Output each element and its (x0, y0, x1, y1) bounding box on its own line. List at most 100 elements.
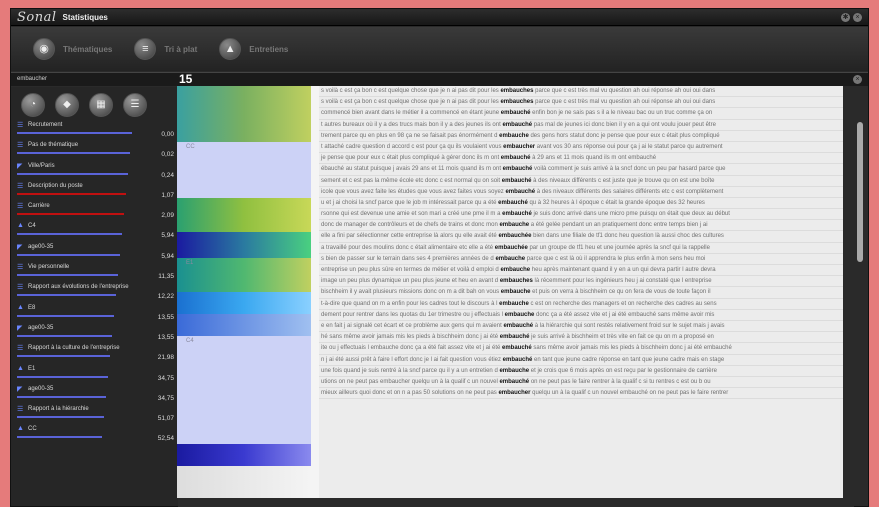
sidebar-item[interactable]: ☰ Vie personnelle 11,35 (17, 263, 174, 283)
theme-icon: ☰ (17, 284, 24, 292)
right-context: c est on recherche des managers et on re… (528, 300, 717, 307)
sidebar-item-label: C4 (28, 223, 36, 230)
concordance-line[interactable]: ite ou j effectuais l embauche donc ça a… (319, 343, 843, 355)
sidebar-item-label: age00-35 (28, 243, 54, 250)
right-context: enfin bon je ne sais pas s il a le nivea… (530, 110, 713, 117)
right-context: on ne peut pas le faire rentrer à la qua… (529, 378, 711, 385)
concordance-line[interactable]: commencé bien avant dans le métier il a … (319, 108, 843, 120)
concordance-line[interactable]: s voilà c est ça bon c est quelque chose… (319, 97, 843, 109)
concordance-line[interactable]: s bien de passer sur le terrain dans ses… (319, 254, 843, 265)
sidebar-item[interactable]: ☰ Description du poste 1,07 (17, 182, 174, 202)
concordance-line[interactable]: u et j ai choisi la sncf parce que le jo… (319, 198, 843, 210)
concordance-line[interactable]: e en fait j ai signalé cet écart et ce p… (319, 321, 843, 333)
sidebar-item[interactable]: ☰ Carrière 2,09 (17, 202, 174, 222)
concordance-line[interactable]: utions on ne peut pas embaucher quelqu u… (319, 377, 843, 389)
sidebar-item[interactable]: ☰ Rapport à la culture de l'entreprise 21,… (17, 344, 174, 364)
tag-icon[interactable]: ◆ (55, 93, 79, 117)
sidebar-item[interactable]: ◤ age00-35 5,94 (17, 243, 174, 263)
concordance-line[interactable]: s voilà c est ça bon c est quelque chose… (319, 86, 843, 98)
sidebar-item-value: 52,54 (157, 435, 174, 443)
concordance-line[interactable]: ébauché au statut puisque j avais 29 ans… (319, 164, 843, 176)
concordance-line[interactable]: une fois quand je suis rentré à la sncf … (319, 366, 843, 377)
left-context: mieux ailleurs quoi donc et on n a pas 5… (321, 390, 499, 397)
sidebar-item-value: 0,02 (161, 151, 174, 159)
color-block (177, 444, 311, 466)
concordance-line[interactable]: rsonne qui est devenue une amie et son m… (319, 209, 843, 221)
right-context: par un groupe de tf1 heu et une journée … (527, 244, 710, 251)
chart-icon[interactable]: ◔ (21, 93, 45, 117)
scrollbar-thumb[interactable] (857, 122, 863, 262)
close-window-icon[interactable]: × (853, 13, 862, 22)
settings-icon[interactable]: ✱ (841, 13, 850, 22)
keyword: embauché (502, 166, 533, 173)
concordance-line[interactable]: trement parce qu en plus en 98 ça ne se … (319, 131, 843, 142)
concordance-line[interactable]: mieux ailleurs quoi donc et on n a pas 5… (319, 388, 843, 400)
window-title: Statistiques (62, 12, 108, 22)
concordance-line[interactable]: donc de manager de contrôleurs et de che… (319, 220, 843, 232)
concordance-line[interactable]: bischheim il y avait plusieurs missions … (319, 287, 843, 299)
right-context: bien dans une filiale de tf1 donc heu qu… (531, 233, 724, 240)
color-block (177, 336, 311, 444)
sidebar-item-value: 13,55 (157, 333, 174, 341)
concordance-line[interactable]: entreprise un peu plus sûre en termes de… (319, 265, 843, 277)
left-context: bischheim il y avait plusieurs missions … (321, 289, 501, 296)
sidebar-item[interactable]: ☰ Recrutement 0,00 (17, 121, 174, 141)
left-context: une fois quand je suis rentré à la sncf … (321, 367, 500, 374)
concordance-line[interactable]: t autres bureaux où il y a des trucs mai… (319, 120, 843, 131)
right-context: sans même avoir jamais mis les pieds à b… (531, 345, 732, 352)
concordance-line[interactable]: hé sans même avoir jamais mis les pieds … (319, 332, 843, 344)
sidebar-item-bar (17, 233, 122, 236)
right-context: donc ça a été assez vite et j ai été emb… (534, 311, 715, 318)
variable-icon: ◤ (17, 243, 23, 251)
sidebar: ◔ ◆ ▦ ☰ ☰ Recrutement 0,00 ☰ Pas de thématiq… (11, 87, 178, 506)
color-block (177, 466, 311, 498)
concordance-line[interactable]: dement pour rentrer dans les quotas du 1… (319, 310, 843, 321)
left-context: s bien de passer sur le terrain dans ses… (321, 255, 496, 262)
thematics-button[interactable]: ◉ Thématiques (33, 38, 112, 60)
sidebar-item[interactable]: ◤ age00-35 34,75 (17, 385, 174, 405)
flat-sort-button[interactable]: ≡ Tri à plat (134, 38, 197, 60)
concordance-line[interactable]: sement et c est pas la même école etc do… (319, 176, 843, 187)
right-context: à des niveaux différents des salaires di… (535, 188, 724, 195)
right-context: voilà comment je suis arrivé à la sncf d… (532, 166, 726, 173)
sidebar-item[interactable]: ▲ E1 34,75 (17, 365, 174, 385)
sidebar-item[interactable]: ◤ age00-35 13,55 (17, 324, 174, 344)
thematics-icon: ◉ (33, 38, 55, 60)
sidebar-item[interactable]: ◤ Ville/Paris 0,24 (17, 162, 174, 182)
concordance-line[interactable]: a travaillé pour des moulins donc c étai… (319, 243, 843, 254)
concordance-line[interactable]: t attaché cadre question d accord c est … (319, 142, 843, 154)
sidebar-item-bar (17, 213, 124, 216)
section-label: C4 (186, 338, 194, 344)
keyword: embauché (501, 177, 532, 184)
concordance-line[interactable]: image un peu plus dynamique un peu plus … (319, 276, 843, 288)
left-context: t-à-dire que quand on m a enfin pour les… (321, 300, 500, 307)
close-panel-icon[interactable]: × (853, 75, 862, 84)
sidebar-item-label: Vie personnelle (28, 264, 70, 271)
sidebar-item[interactable]: ☰ Rapport aux évolutions de l'entreprise 1… (17, 283, 174, 303)
sidebar-item-bar (17, 334, 112, 337)
scrollbar[interactable] (854, 87, 868, 499)
list-icon[interactable]: ☰ (123, 93, 147, 117)
sidebar-item[interactable]: ▲ CC 52,54 (17, 425, 174, 445)
sidebar-item-label: Ville/Paris (28, 162, 55, 169)
sidebar-item[interactable]: ▲ E8 13,55 (17, 304, 174, 324)
sidebar-item[interactable]: ☰ Rapport à la hiérarchie 51,07 (17, 405, 174, 425)
sidebar-item-value: 11,35 (158, 273, 174, 281)
concordance-line[interactable]: icole que vous avez faite les études que… (319, 187, 843, 198)
right-context: a été gelée pendant un an pratiquement d… (529, 222, 708, 229)
concordance-line[interactable]: je pense que pour eux c était plus compl… (319, 153, 843, 165)
right-context: et je crois que 6 mois après on est reçu… (529, 367, 717, 374)
interviews-button[interactable]: ▲ Entretiens (219, 38, 288, 60)
right-context: là récemment pour les ingénieurs heu j a… (532, 278, 712, 285)
sidebar-item[interactable]: ▲ C4 5,94 (17, 222, 174, 242)
concordance-line[interactable]: n j ai été aussi prêt à faire l effort d… (319, 355, 843, 366)
right-context: en tant que jeune cadre réponse en tant … (532, 356, 725, 363)
sidebar-item-bar (17, 436, 102, 439)
keyword: embauché (499, 378, 530, 385)
grid-icon[interactable]: ▦ (89, 93, 113, 117)
keyword: embauche (495, 255, 526, 262)
sidebar-item-label: Pas de thématique (28, 142, 79, 149)
concordance-line[interactable]: elle a fini par sélectionner cette entre… (319, 231, 843, 243)
concordance-line[interactable]: t-à-dire que quand on m a enfin pour les… (319, 299, 843, 310)
sidebar-item[interactable]: ☰ Pas de thématique 0,02 (17, 141, 174, 161)
